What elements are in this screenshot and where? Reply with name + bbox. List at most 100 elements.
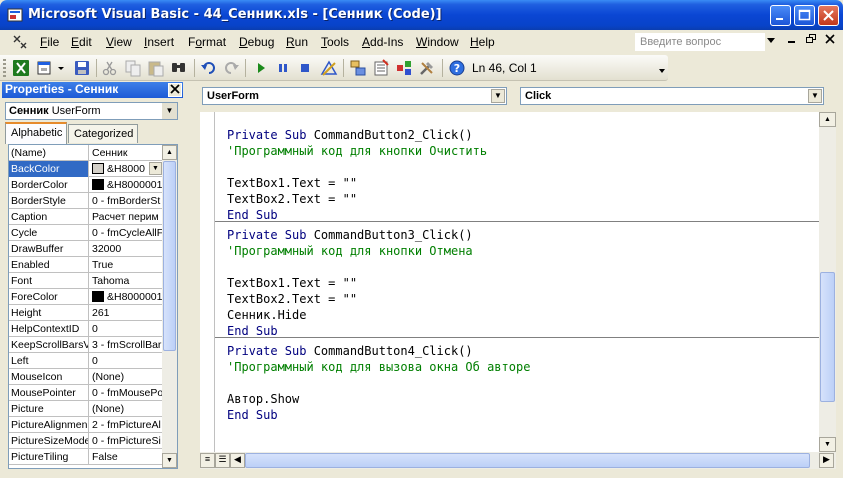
reset-icon[interactable] xyxy=(296,59,314,77)
scroll-right-icon[interactable]: ▶ xyxy=(819,453,834,468)
save-icon[interactable] xyxy=(73,59,91,77)
code-margin[interactable] xyxy=(200,112,214,452)
redo-icon[interactable] xyxy=(222,59,240,77)
menu-tools[interactable]: Tools xyxy=(321,35,349,49)
property-row[interactable]: Font Tahoma xyxy=(9,273,163,289)
property-row[interactable]: MouseIcon (None) xyxy=(9,369,163,385)
menu-format[interactable]: Format xyxy=(188,35,226,49)
property-value[interactable]: 0 xyxy=(90,353,163,369)
procedure-combo[interactable]: Click ▼ xyxy=(520,87,824,105)
cut-icon[interactable] xyxy=(101,59,119,77)
menu-insert[interactable]: Insert xyxy=(144,35,174,49)
code-line[interactable]: 'Программный код для кнопки Очистить xyxy=(227,144,487,158)
scroll-down-icon[interactable]: ▼ xyxy=(819,437,836,452)
property-value[interactable]: False xyxy=(90,449,163,465)
code-line[interactable]: End Sub xyxy=(227,324,278,338)
property-row[interactable]: PictureTiling False xyxy=(9,449,163,465)
property-value[interactable]: 2 - fmPictureAl xyxy=(90,417,163,433)
property-row[interactable]: Enabled True xyxy=(9,257,163,273)
property-row[interactable]: DrawBuffer 32000 xyxy=(9,241,163,257)
system-menu-icon[interactable] xyxy=(12,34,28,50)
property-grid-scrollbar[interactable]: ▲ ▼ xyxy=(162,145,177,468)
property-value[interactable]: 0 - fmBorderSt xyxy=(90,193,163,209)
property-value[interactable]: Tahoma xyxy=(90,273,163,289)
property-row[interactable]: BackColor &H8000 ▼ xyxy=(9,161,163,177)
tab-alphabetic[interactable]: Alphabetic xyxy=(5,122,67,144)
code-line[interactable]: TextBox1.Text = "" xyxy=(227,176,357,190)
property-row[interactable]: Caption Расчет перим xyxy=(9,209,163,225)
minimize-button[interactable] xyxy=(770,5,791,26)
code-line[interactable]: Private Sub CommandButton2_Click() xyxy=(227,128,473,142)
property-value[interactable]: &H8000001 xyxy=(90,289,163,305)
property-row[interactable]: MousePointer 0 - fmMousePo xyxy=(9,385,163,401)
maximize-button[interactable] xyxy=(794,5,815,26)
mdi-close-button[interactable] xyxy=(825,34,835,47)
insert-dropdown-icon[interactable] xyxy=(58,67,64,71)
scroll-thumb[interactable] xyxy=(245,453,810,468)
menu-edit[interactable]: Edit xyxy=(71,35,92,49)
object-browser-icon[interactable] xyxy=(395,59,413,77)
close-button[interactable] xyxy=(818,5,839,26)
property-row[interactable]: Picture (None) xyxy=(9,401,163,417)
code-line[interactable]: Private Sub CommandButton3_Click() xyxy=(227,228,473,242)
full-module-view-icon[interactable]: ☰ xyxy=(215,453,230,468)
find-icon[interactable] xyxy=(170,59,188,77)
code-line[interactable]: Сенник.Hide xyxy=(227,308,306,322)
chevron-down-icon[interactable]: ▼ xyxy=(491,89,505,103)
code-line[interactable]: Private Sub CommandButton4_Click() xyxy=(227,344,473,358)
scroll-thumb[interactable] xyxy=(163,161,176,351)
scroll-down-icon[interactable]: ▼ xyxy=(162,453,177,468)
run-icon[interactable] xyxy=(252,59,270,77)
code-line[interactable]: TextBox1.Text = "" xyxy=(227,276,357,290)
property-value[interactable]: Сенник xyxy=(90,145,163,161)
property-value[interactable]: True xyxy=(90,257,163,273)
break-icon[interactable] xyxy=(274,59,292,77)
code-line[interactable]: End Sub xyxy=(227,208,278,222)
mdi-minimize-button[interactable] xyxy=(787,34,797,47)
property-value[interactable]: &H8000001 xyxy=(90,177,163,193)
property-row[interactable]: PictureAlignmen 2 - fmPictureAl xyxy=(9,417,163,433)
scroll-up-icon[interactable]: ▲ xyxy=(162,145,177,160)
insert-userform-icon[interactable] xyxy=(36,59,54,77)
property-value[interactable]: 3 - fmScrollBar xyxy=(90,337,163,353)
property-row[interactable]: BorderStyle 0 - fmBorderSt xyxy=(9,193,163,209)
toolbox-icon[interactable] xyxy=(418,59,436,77)
menu-addins[interactable]: Add-Ins xyxy=(362,35,403,49)
code-line[interactable]: Автор.Show xyxy=(227,392,299,406)
property-row[interactable]: PictureSizeMode 0 - fmPictureSi xyxy=(9,433,163,449)
ask-question-input[interactable]: Введите вопрос xyxy=(635,33,765,51)
code-horizontal-scrollbar[interactable]: ≡ ☰ ◀ ▶ xyxy=(200,452,836,469)
property-value[interactable]: 0 xyxy=(90,321,163,337)
code-line[interactable]: TextBox2.Text = "" xyxy=(227,292,357,306)
ask-dropdown-icon[interactable] xyxy=(767,38,775,44)
object-selector[interactable]: Сенник UserForm ▼ xyxy=(5,102,178,120)
tab-categorized[interactable]: Categorized xyxy=(68,124,138,143)
property-value[interactable]: Расчет перим xyxy=(90,209,163,225)
design-mode-icon[interactable] xyxy=(320,59,338,77)
code-line[interactable]: End Sub xyxy=(227,408,278,422)
property-value[interactable]: (None) xyxy=(90,401,163,417)
properties-icon[interactable] xyxy=(372,59,390,77)
property-row[interactable]: (Name) Сенник xyxy=(9,145,163,161)
property-value[interactable]: 0 - fmMousePo xyxy=(90,385,163,401)
code-vertical-scrollbar[interactable]: ▲ ▼ xyxy=(819,112,836,452)
code-editor[interactable]: Private Sub CommandButton2_Click() 'Прогр… xyxy=(214,112,819,452)
property-row[interactable]: Height 261 xyxy=(9,305,163,321)
property-row[interactable]: HelpContextID 0 xyxy=(9,321,163,337)
object-combo[interactable]: UserForm ▼ xyxy=(202,87,507,105)
scroll-thumb[interactable] xyxy=(820,272,835,402)
property-value[interactable]: 0 - fmPictureSi xyxy=(90,433,163,449)
procedure-view-icon[interactable]: ≡ xyxy=(200,453,215,468)
menu-view[interactable]: View xyxy=(106,35,132,49)
code-line[interactable]: TextBox2.Text = "" xyxy=(227,192,357,206)
property-value[interactable]: (None) xyxy=(90,369,163,385)
menu-debug[interactable]: Debug xyxy=(239,35,274,49)
toolbar-options-icon[interactable] xyxy=(659,68,665,74)
properties-close-button[interactable] xyxy=(168,83,182,97)
help-icon[interactable]: ? xyxy=(448,59,466,77)
property-row[interactable]: BorderColor &H8000001 xyxy=(9,177,163,193)
undo-icon[interactable] xyxy=(200,59,218,77)
property-row[interactable]: Cycle 0 - fmCycleAllF xyxy=(9,225,163,241)
paste-icon[interactable] xyxy=(147,59,165,77)
property-value[interactable]: 261 xyxy=(90,305,163,321)
